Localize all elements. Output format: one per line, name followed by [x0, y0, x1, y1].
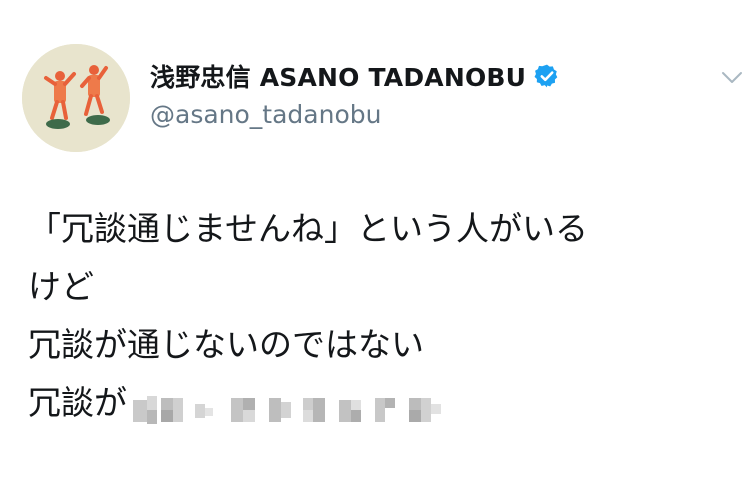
verified-badge-icon — [534, 63, 560, 89]
chevron-down-icon[interactable] — [720, 68, 744, 88]
redacted-text — [133, 386, 448, 424]
user-handle[interactable]: @asano_tadanobu — [150, 100, 381, 129]
tweet-card: 浅野忠信 ASANO TADANOBU @asano_tadanobu 「冗談通… — [0, 0, 750, 500]
tweet-line-last: 冗談が — [28, 374, 738, 432]
tweet-line: 「冗談通じませんね」という人がいる — [28, 209, 589, 248]
tweet-line: 冗談が通じないのではない — [28, 325, 424, 364]
avatar[interactable] — [22, 44, 130, 152]
avatar-image — [22, 44, 130, 152]
tweet-line-prefix: 冗談が — [28, 383, 127, 422]
tweet-line: けど — [28, 267, 94, 306]
display-name[interactable]: 浅野忠信 ASANO TADANOBU — [150, 58, 526, 94]
tweet-text: 「冗談通じませんね」という人がいる けど 冗談が通じないのではない 冗談が — [28, 200, 738, 432]
author-name-row[interactable]: 浅野忠信 ASANO TADANOBU — [150, 58, 560, 94]
